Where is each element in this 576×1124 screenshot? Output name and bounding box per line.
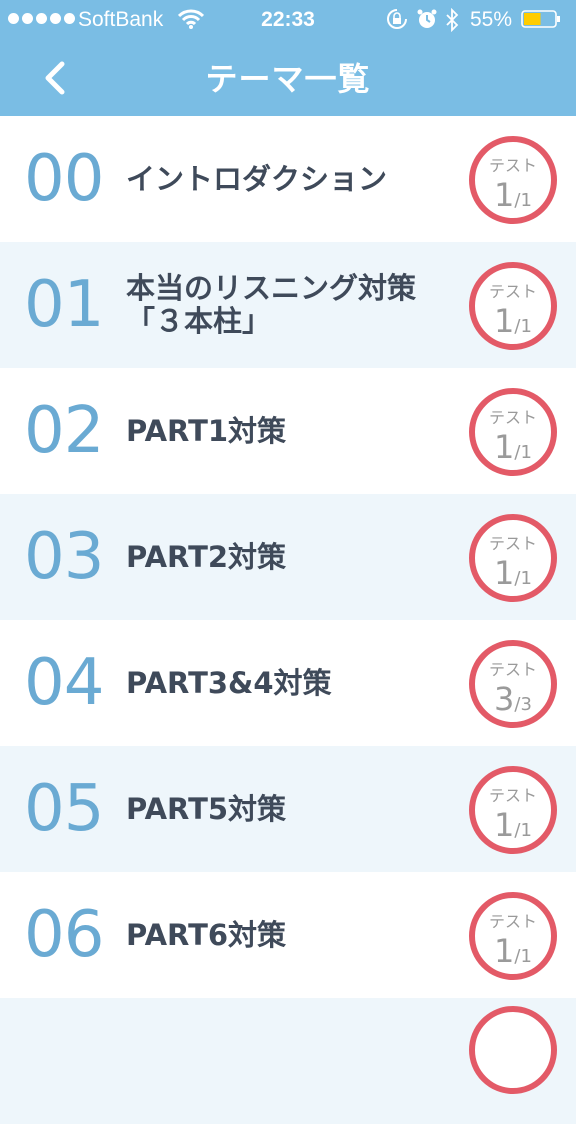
badge-label: テスト [488,282,537,301]
list-item[interactable]: 06 PART6対策 テスト 1/1 [0,872,576,998]
battery-icon [521,10,560,28]
badge-label: テスト [488,534,537,553]
test-progress-badge[interactable]: テスト 1/1 [469,766,557,854]
battery-percent: 55% [470,8,513,31]
badge-total-count: /1 [514,442,532,463]
navigation-bar: テーマ一覧 [0,40,576,116]
theme-title: PART5対策 [126,791,287,826]
theme-number: 00 [24,142,104,216]
badge-done-count: 1 [494,932,515,970]
test-progress-badge[interactable]: テスト 1/1 [469,262,557,350]
badge-total-count: /1 [514,820,532,841]
theme-title: PART6対策 [126,917,287,952]
test-progress-badge[interactable]: テスト 1/1 [469,388,557,476]
badge-label: テスト [488,408,537,427]
badge-done-count: 1 [494,806,515,844]
theme-number: 06 [24,898,104,972]
theme-title: PART1対策 [126,413,287,448]
alarm-icon [417,9,437,28]
test-progress-badge[interactable]: テスト 3/3 [469,640,557,728]
theme-title: PART2対策 [126,539,287,574]
badge-done-count: 1 [494,302,515,340]
header-bar: SoftBank 22:33 55% テーマ一覧 [0,0,576,116]
test-progress-badge[interactable]: テスト 1/1 [469,514,557,602]
theme-title: 本当のリスニング対策 「３本柱」 [126,271,417,338]
badge-total-count: /1 [514,190,532,211]
badge-total-count: /1 [514,946,532,967]
badge-label: テスト [488,156,537,175]
theme-number: 01 [24,268,104,342]
test-progress-badge[interactable]: テスト 1/1 [469,892,557,980]
theme-number: 05 [24,772,104,846]
test-progress-badge[interactable] [469,1006,557,1094]
badge-label: テスト [488,786,537,805]
badge-total-count: /1 [514,568,532,589]
status-bar: SoftBank 22:33 55% [0,0,576,40]
badge-label: テスト [488,660,537,679]
theme-list: 00 イントロダクション テスト 1/1 01 本当のリスニング対策 「３本柱」… [0,116,576,1124]
list-item[interactable]: 04 PART3&4対策 テスト 3/3 [0,620,576,746]
theme-title: PART3&4対策 [126,665,332,700]
badge-done-count: 3 [494,680,515,718]
list-item[interactable]: 00 イントロダクション テスト 1/1 [0,116,576,242]
badge-done-count: 1 [494,428,515,466]
badge-total-count: /1 [514,316,532,337]
test-progress-badge[interactable]: テスト 1/1 [469,136,557,224]
rotation-lock-icon [387,9,407,29]
list-item[interactable]: 01 本当のリスニング対策 「３本柱」 テスト 1/1 [0,242,576,368]
list-item[interactable]: 03 PART2対策 テスト 1/1 [0,494,576,620]
theme-number: 04 [24,646,104,720]
theme-title: イントロダクション [126,161,388,196]
badge-done-count: 1 [494,554,515,592]
list-item[interactable]: 02 PART1対策 テスト 1/1 [0,368,576,494]
badge-done-count: 1 [494,176,515,214]
theme-number: 03 [24,520,104,594]
page-title: テーマ一覧 [205,60,371,98]
list-item[interactable]: 05 PART5対策 テスト 1/1 [0,746,576,872]
badge-label: テスト [488,912,537,931]
bluetooth-icon [446,8,459,32]
badge-total-count: /3 [514,694,532,715]
theme-number: 02 [24,394,104,468]
